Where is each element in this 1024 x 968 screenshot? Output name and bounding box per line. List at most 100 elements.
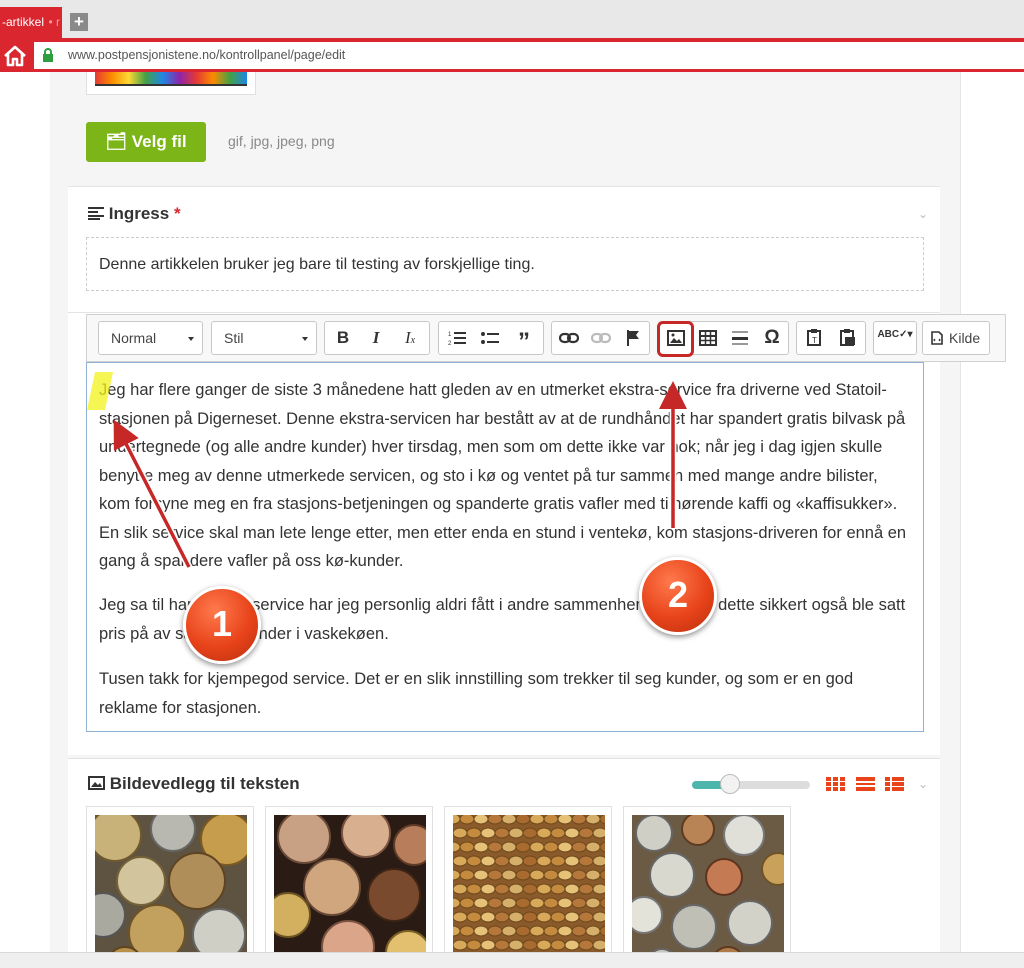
attachment-image-card[interactable] — [86, 806, 254, 968]
coin-shape — [536, 827, 552, 839]
url-text: www.postpensjonistene.no/kontrollpanel/p… — [68, 48, 346, 62]
editor-paragraph: Jeg har flere ganger de siste 3 månedene… — [99, 381, 907, 570]
coins-image — [632, 815, 784, 968]
choose-file-button[interactable]: 🗂 Velg fil — [86, 122, 206, 162]
coin-shape — [522, 883, 538, 895]
coins-image — [453, 815, 605, 968]
coin-shape — [536, 939, 552, 951]
bulleted-list-icon[interactable] — [474, 322, 506, 354]
coin-shape — [501, 869, 517, 881]
coin-shape — [473, 841, 489, 853]
format-select[interactable]: Normal — [98, 321, 203, 355]
coin-shape — [578, 939, 594, 951]
link-group — [551, 321, 650, 355]
url-field[interactable]: www.postpensjonistene.no/kontrollpanel/p… — [34, 42, 1024, 69]
home-icon[interactable] — [0, 42, 30, 70]
source-label: Kilde — [949, 330, 981, 346]
grid-view-icon[interactable] — [826, 776, 845, 792]
coin-shape — [529, 841, 545, 853]
horizontal-line-icon[interactable] — [724, 322, 756, 354]
coin-shape — [459, 869, 475, 881]
horizontal-scrollbar[interactable] — [0, 952, 1024, 968]
basic-styles-group: B I Ix — [324, 321, 430, 355]
svg-text:1: 1 — [448, 332, 452, 338]
attachments-heading: Bildevedlegg til teksten — [88, 774, 300, 794]
blockquote-icon[interactable]: ” — [508, 322, 540, 355]
coin-shape — [494, 911, 510, 923]
coin-shape — [543, 897, 559, 909]
coin-shape — [466, 855, 482, 867]
bold-icon[interactable]: B — [327, 322, 359, 354]
folder-open-icon: 🗂 — [105, 132, 128, 151]
spellcheck-button[interactable]: ABC✓▾ — [873, 321, 917, 355]
rich-text-editor[interactable]: Jeg har flere ganger de siste 3 månedene… — [86, 362, 924, 732]
collapse-chevron-icon[interactable]: ⌄ — [918, 207, 928, 221]
coin-shape — [487, 925, 503, 937]
coins-image — [95, 815, 247, 968]
thumbnail-size-slider[interactable] — [692, 774, 810, 794]
ingress-label: Ingress — [108, 204, 170, 223]
coin-shape — [592, 855, 605, 867]
coin-shape — [522, 855, 538, 867]
anchor-flag-icon[interactable] — [617, 322, 649, 354]
editor-toolbar: Normal Stil B I Ix 12 ” Ω T ABC✓▾ Kilde — [86, 314, 1006, 362]
remove-format-icon[interactable]: Ix — [394, 322, 426, 354]
ingress-field[interactable]: Denne artikkelen bruker jeg bare til tes… — [86, 237, 924, 291]
paste-text-icon[interactable]: T — [799, 322, 831, 354]
coin-shape — [473, 815, 489, 825]
coin-shape — [550, 855, 566, 867]
new-tab-button[interactable]: + — [70, 13, 88, 31]
coin-shape — [466, 827, 482, 839]
coin-shape — [508, 911, 524, 923]
coin-shape — [480, 939, 496, 951]
coin-shape — [585, 841, 601, 853]
numbered-list-icon[interactable]: 12 — [441, 322, 473, 354]
coin-shape — [501, 841, 517, 853]
coin-shape — [543, 869, 559, 881]
coin-shape — [453, 883, 468, 895]
link-icon[interactable] — [553, 322, 585, 354]
coin-shape — [487, 897, 503, 909]
coin-shape — [564, 883, 580, 895]
paste-group: T — [796, 321, 866, 355]
align-left-icon — [88, 204, 109, 223]
source-button[interactable]: Kilde — [922, 321, 990, 355]
ingress-text: Denne artikkelen bruker jeg bare til tes… — [99, 256, 535, 273]
slider-handle[interactable] — [720, 774, 740, 794]
attachment-image-card[interactable] — [623, 806, 791, 968]
coin-shape — [494, 827, 510, 839]
coin-shape — [592, 883, 605, 895]
coin-shape — [459, 841, 475, 853]
coin-shape — [473, 897, 489, 909]
coin-shape — [515, 925, 531, 937]
attachment-image-card[interactable] — [265, 806, 433, 968]
coin-shape — [564, 855, 580, 867]
coin-shape — [501, 897, 517, 909]
collapse-chevron-icon[interactable]: ⌄ — [918, 777, 928, 791]
coin-shape — [459, 815, 475, 825]
style-select[interactable]: Stil — [211, 321, 317, 355]
table-icon[interactable] — [692, 322, 724, 354]
coins-image — [274, 815, 426, 968]
file-formats: gif, jpg, jpeg, png — [228, 133, 335, 149]
coin-shape — [571, 815, 587, 825]
coin-shape — [487, 815, 503, 825]
browser-tab[interactable]: -artikkel • r — [0, 7, 62, 38]
unlink-icon[interactable] — [585, 322, 617, 354]
svg-text:T: T — [812, 336, 817, 345]
coin-shape — [585, 869, 601, 881]
coin-shape — [536, 911, 552, 923]
list-detail-view-icon[interactable] — [856, 776, 875, 792]
ingress-panel: Ingress * ⌄ Denne artikkelen bruker jeg … — [68, 186, 940, 312]
list-group: 12 ” — [438, 321, 544, 355]
italic-icon[interactable]: I — [360, 322, 392, 354]
list-view-icon[interactable] — [885, 776, 904, 792]
special-char-omega-icon[interactable]: Ω — [756, 322, 788, 354]
coin-shape — [585, 897, 601, 909]
coin-shape — [453, 911, 468, 923]
paste-word-icon[interactable] — [832, 322, 864, 354]
coin-shape — [592, 911, 605, 923]
coin-shape — [508, 855, 524, 867]
coin-shape — [571, 925, 587, 937]
attachment-image-card[interactable] — [444, 806, 612, 968]
